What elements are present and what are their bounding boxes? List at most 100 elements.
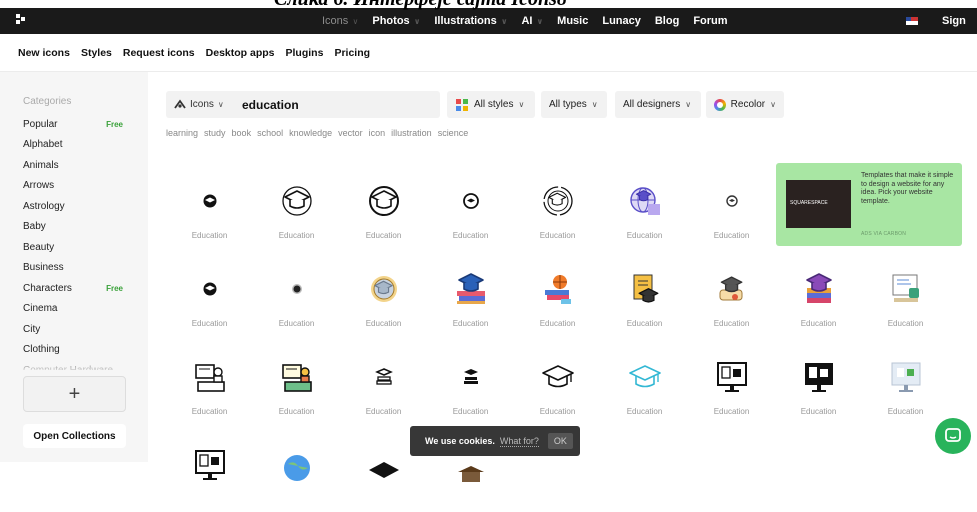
icons8-logo-icon[interactable]	[16, 14, 26, 26]
icon-label: Education	[713, 407, 750, 416]
icons8-mark-icon	[174, 99, 186, 109]
category-item[interactable]: Popular Free	[23, 114, 133, 135]
all-types-dropdown[interactable]: All types ∨	[541, 91, 607, 118]
sub-nav-link[interactable]: Request icons	[123, 47, 195, 59]
chevron-down-icon: ∨	[411, 17, 421, 26]
search-input[interactable]	[242, 95, 432, 114]
icon-card[interactable]: Education	[340, 248, 427, 336]
sub-nav-link[interactable]: New icons	[18, 47, 70, 59]
icon-card[interactable]: Education	[688, 160, 775, 248]
icon-card[interactable]: Education	[253, 160, 340, 248]
top-nav-item[interactable]: Forum	[693, 15, 727, 27]
icon-card[interactable]: Education	[340, 336, 427, 424]
category-item[interactable]: Alphabet	[23, 135, 133, 156]
icon-card[interactable]: Education	[775, 248, 862, 336]
icon-label: Education	[887, 407, 924, 416]
all-styles-dropdown[interactable]: All styles ∨	[447, 91, 535, 118]
education-icon	[166, 265, 253, 313]
tag-link[interactable]: knowledge	[289, 128, 332, 138]
icon-card[interactable]: Education	[862, 248, 949, 336]
category-label: Popular	[23, 118, 58, 130]
icon-card[interactable]: Education	[514, 336, 601, 424]
icon-card[interactable]: Education	[514, 160, 601, 248]
category-item[interactable]: Cinema	[23, 299, 133, 320]
tag-link[interactable]: vector	[338, 128, 363, 138]
icon-label: Education	[713, 319, 750, 328]
top-nav-item[interactable]: Blog	[655, 15, 679, 27]
top-nav-item[interactable]: Lunacy	[602, 15, 641, 27]
icon-label: Education	[800, 319, 837, 328]
category-item[interactable]: Arrows	[23, 176, 133, 197]
category-label: Baby	[23, 221, 46, 233]
icon-card[interactable]: Education	[688, 248, 775, 336]
icon-card[interactable]: Education	[601, 336, 688, 424]
icon-card[interactable]	[253, 424, 340, 512]
icon-card[interactable]: Education	[427, 160, 514, 248]
cookie-what-for-link[interactable]: What for?	[499, 436, 539, 447]
category-item[interactable]: Animals	[23, 155, 133, 176]
sub-nav-link[interactable]: Styles	[81, 47, 112, 59]
icon-label: Education	[278, 407, 315, 416]
education-icon	[601, 177, 688, 225]
top-nav-item[interactable]: Photos ∨	[372, 15, 420, 27]
sub-nav-link[interactable]: Pricing	[334, 47, 370, 59]
category-label: Animals	[23, 159, 59, 171]
category-item[interactable]: Astrology	[23, 196, 133, 217]
icon-card[interactable]: Education	[427, 336, 514, 424]
education-icon	[688, 265, 775, 313]
top-nav-label: Lunacy	[602, 15, 641, 27]
category-item[interactable]: Baby	[23, 217, 133, 238]
tag-link[interactable]: book	[232, 128, 252, 138]
icon-card[interactable]: Education	[601, 248, 688, 336]
category-item[interactable]: Beauty	[23, 237, 133, 258]
icon-card[interactable]: Education	[166, 160, 253, 248]
chat-button[interactable]	[935, 418, 971, 454]
category-item[interactable]: Business	[23, 258, 133, 279]
icon-card[interactable]: Education	[166, 248, 253, 336]
top-nav-item[interactable]: Icons ∨	[322, 15, 358, 27]
top-nav-item[interactable]: Illustrations ∨	[434, 15, 507, 27]
ads-via-carbon-link[interactable]: ADS VIA CARBON	[861, 231, 906, 237]
icon-card[interactable]: Education	[340, 160, 427, 248]
free-badge: Free	[106, 283, 123, 293]
icon-label: Education	[539, 407, 576, 416]
top-nav-item[interactable]: Music	[557, 15, 588, 27]
tag-link[interactable]: icon	[369, 128, 386, 138]
add-collection-button[interactable]: +	[23, 376, 126, 412]
category-label: Business	[23, 262, 64, 274]
recolor-dropdown[interactable]: Recolor ∨	[706, 91, 784, 118]
icon-card[interactable]: Education	[688, 336, 775, 424]
us-flag-icon[interactable]	[906, 17, 918, 25]
category-item[interactable]: City	[23, 319, 133, 340]
all-designers-dropdown[interactable]: All designers ∨	[615, 91, 701, 118]
tag-link[interactable]: illustration	[391, 128, 432, 138]
icon-card[interactable]: Education	[862, 336, 949, 424]
tag-link[interactable]: study	[204, 128, 226, 138]
ad-brand: SQUARESPACE	[790, 200, 828, 206]
icon-card[interactable]: Education	[166, 336, 253, 424]
tag-link[interactable]: learning	[166, 128, 198, 138]
all-designers-label: All designers	[623, 99, 681, 110]
icon-card[interactable]: Education	[514, 248, 601, 336]
categories-title: Categories	[23, 96, 72, 107]
education-icon	[166, 441, 253, 489]
sub-nav-link[interactable]: Plugins	[286, 47, 324, 59]
icon-card[interactable]: Education	[427, 248, 514, 336]
education-icon	[427, 265, 514, 313]
carbon-ad[interactable]: SQUARESPACE Templates that make it simpl…	[776, 163, 962, 246]
education-icon	[253, 177, 340, 225]
education-icon	[340, 265, 427, 313]
icon-card[interactable]: Education	[253, 336, 340, 424]
category-item[interactable]: Characters Free	[23, 278, 133, 299]
icon-card[interactable]: Education	[775, 336, 862, 424]
tag-link[interactable]: science	[438, 128, 469, 138]
icon-card[interactable]	[166, 424, 253, 512]
open-collections-button[interactable]: Open Collections	[23, 424, 126, 448]
sub-nav-link[interactable]: Desktop apps	[206, 47, 275, 59]
icon-card[interactable]: Education	[601, 160, 688, 248]
top-nav-item[interactable]: AI ∨	[521, 15, 543, 27]
tag-link[interactable]: school	[257, 128, 283, 138]
cookie-ok-button[interactable]: OK	[547, 433, 573, 449]
icon-card[interactable]: Education	[253, 248, 340, 336]
icon-type-dropdown[interactable]: Icons ∨	[174, 91, 224, 118]
